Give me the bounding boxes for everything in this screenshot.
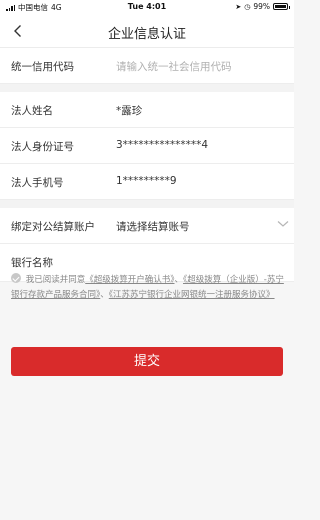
agreement-text: 我已阅读并同意《超级拨算开户确认书》、《超级拨算（企业版）-苏宁银行存款产品服务… <box>11 273 291 303</box>
battery-icon <box>273 3 290 10</box>
bank-name-label: 银行名称 <box>11 257 53 269</box>
bind-account-label: 绑定对公结算账户 <box>11 221 95 233</box>
submit-button[interactable]: 提交 <box>11 347 283 376</box>
legal-phone-value: 1*********9 <box>116 175 177 187</box>
nav-bar: 企业信息认证 <box>0 14 294 48</box>
agreement-separator-2: 、 <box>100 290 109 300</box>
bind-account-select[interactable]: 请选择结算账号 <box>116 219 190 234</box>
legal-phone-label: 法人手机号 <box>11 177 64 189</box>
legal-name-label: 法人姓名 <box>11 105 53 117</box>
agreement-prefix: 我已阅读并同意 <box>25 275 86 285</box>
bind-account-row[interactable]: 绑定对公结算账户 请选择结算账号 <box>0 200 294 244</box>
enterprise-form: 统一信用代码 请输入统一社会信用代码 法人姓名 *露珍 法人身份证号 3****… <box>0 48 294 282</box>
legal-name-row: 法人姓名 *露珍 <box>0 84 294 128</box>
agreement-separator-1: 、 <box>174 275 183 285</box>
location-icon: ➤ <box>235 2 242 11</box>
credit-code-row[interactable]: 统一信用代码 请输入统一社会信用代码 <box>0 48 294 84</box>
status-bar: 中国电信 4G Tue 4:01 ➤ ◷ 99% <box>0 0 294 14</box>
credit-code-input[interactable]: 请输入统一社会信用代码 <box>116 59 232 74</box>
credit-code-label: 统一信用代码 <box>11 61 74 73</box>
chevron-down-icon <box>277 221 289 227</box>
agreement-link-3[interactable]: 《江苏苏宁银行企业网银统一注册服务协议》 <box>109 290 275 300</box>
legal-name-value: *露珍 <box>116 105 143 117</box>
alarm-icon: ◷ <box>244 2 251 11</box>
legal-id-label: 法人身份证号 <box>11 141 74 153</box>
battery-percent: 99% <box>253 2 270 11</box>
agreement-checkbox[interactable] <box>11 273 21 283</box>
legal-phone-row: 法人手机号 1*********9 <box>0 164 294 200</box>
page-title: 企业信息认证 <box>107 27 186 42</box>
agreement-link-1[interactable]: 《超级拨算开户确认书》 <box>85 275 174 285</box>
legal-id-value: 3***************4 <box>116 139 209 151</box>
legal-id-row: 法人身份证号 3***************4 <box>0 128 294 164</box>
